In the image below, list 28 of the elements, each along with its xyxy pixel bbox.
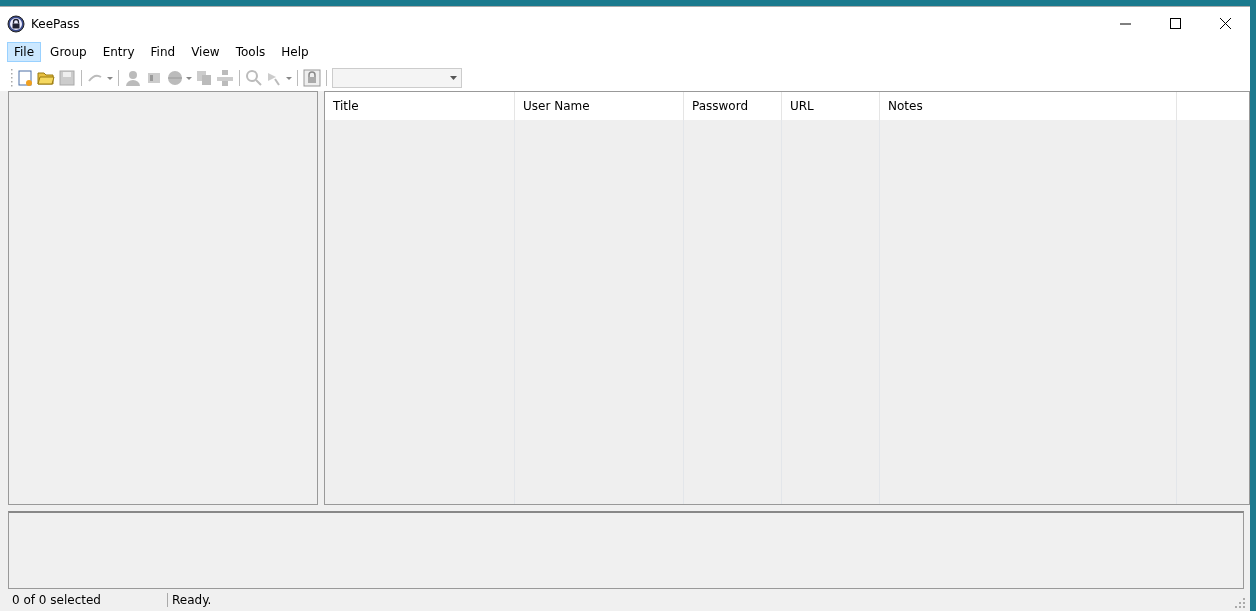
- column-header[interactable]: URL: [782, 92, 880, 120]
- maximize-icon: [1169, 18, 1181, 29]
- column-header[interactable]: Password: [684, 92, 782, 120]
- search-combo-box[interactable]: [332, 67, 462, 88]
- column-header[interactable]: Notes: [880, 92, 1177, 120]
- globe-icon[interactable]: [166, 68, 192, 87]
- close-icon: [1219, 18, 1231, 29]
- menu-item[interactable]: View: [184, 42, 227, 62]
- column-header[interactable]: User Name: [515, 92, 684, 120]
- menu-item[interactable]: File: [7, 42, 42, 62]
- user-icon[interactable]: [124, 68, 142, 87]
- window-title: KeePass: [31, 16, 80, 31]
- menu-item[interactable]: Tools: [228, 42, 273, 62]
- status-text: 0 of 0 selected: [0, 593, 168, 607]
- menu-item[interactable]: Group: [43, 42, 94, 62]
- save-icon[interactable]: [58, 68, 76, 87]
- resize-grip[interactable]: [1235, 598, 1246, 609]
- status-text: Ready.: [171, 593, 212, 607]
- menu-item[interactable]: Find: [143, 42, 183, 62]
- new-file-icon[interactable]: [16, 68, 34, 87]
- toolbar-grip: [10, 68, 13, 87]
- search-icon[interactable]: [245, 68, 263, 87]
- menu-item[interactable]: Help: [274, 42, 316, 62]
- lock-icon[interactable]: [303, 68, 321, 87]
- column-header[interactable]: Title: [325, 92, 515, 120]
- menu-item[interactable]: Entry: [95, 42, 142, 62]
- padlock-icon: [7, 14, 25, 33]
- copy-icon[interactable]: [195, 68, 213, 87]
